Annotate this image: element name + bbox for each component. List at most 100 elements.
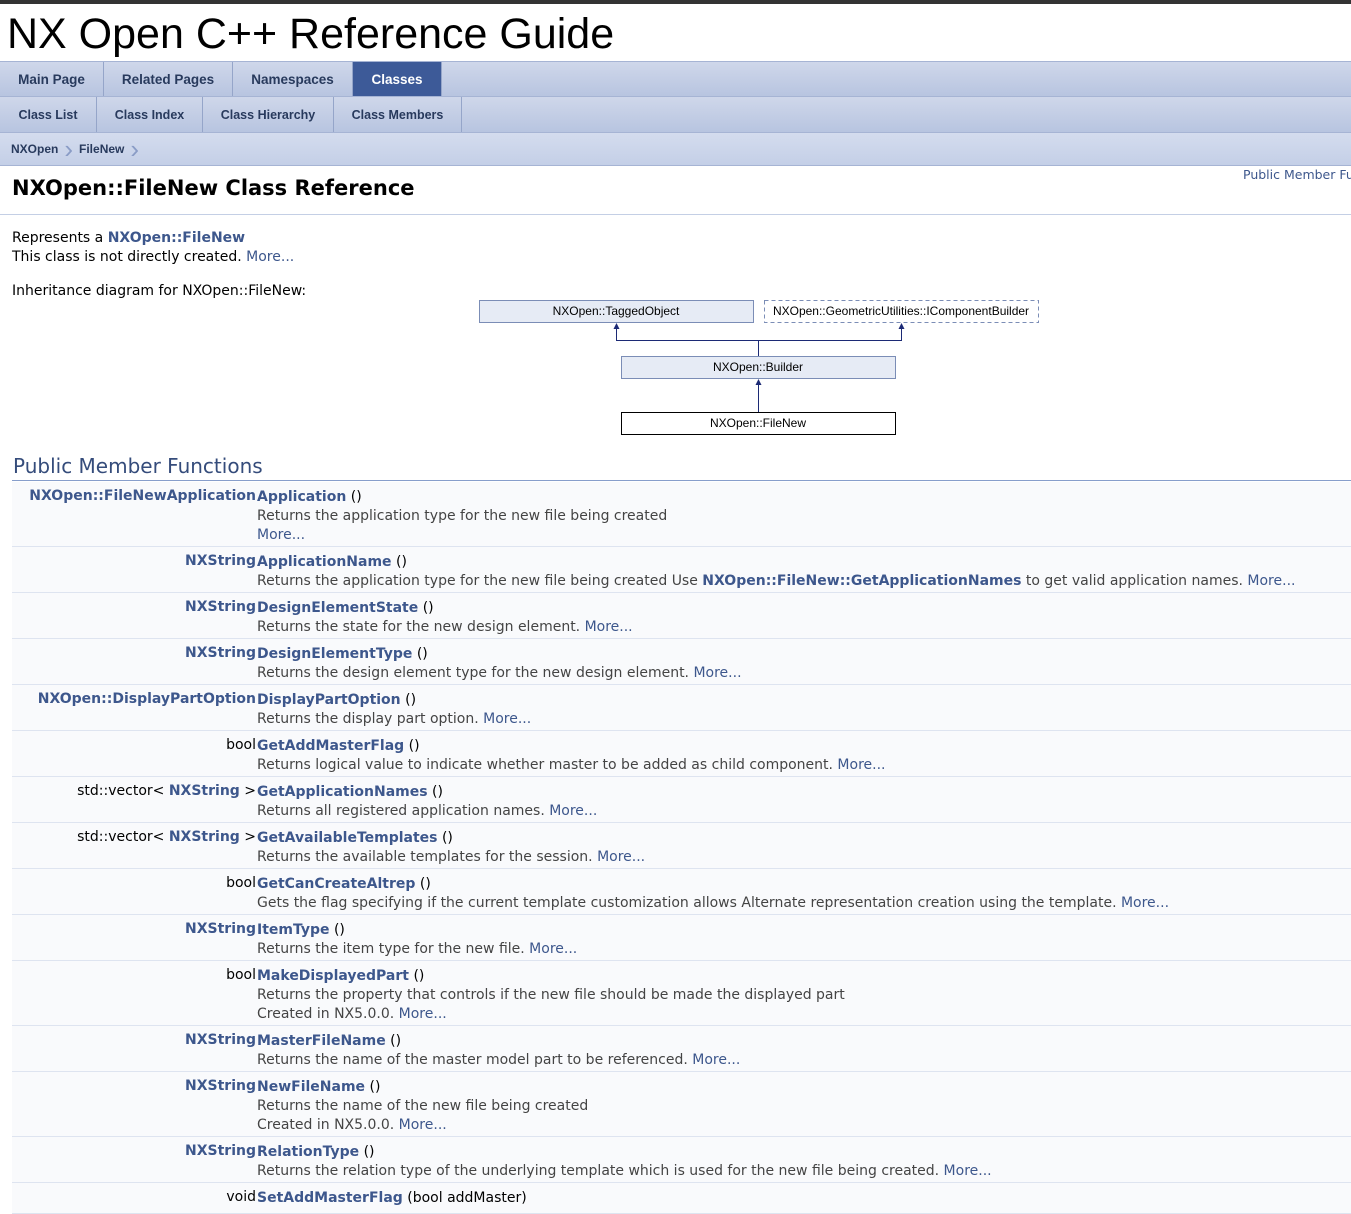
class-brief: Represents a NXOpen::FileNew — [12, 230, 245, 246]
member-description: Returns the display part option. More... — [257, 710, 531, 729]
more-link[interactable]: More... — [837, 757, 885, 773]
member-return-type: NXString — [185, 921, 256, 937]
type-link[interactable]: NXString — [185, 1078, 256, 1094]
description-text: to get valid application names. — [1021, 573, 1248, 589]
member-args: () — [413, 968, 425, 984]
member-return-type: std::vector< NXString > — [77, 829, 256, 845]
member-description: Returns the available templates for the … — [257, 848, 645, 867]
tab-main-page[interactable]: Main Page — [0, 62, 104, 97]
member-args: () — [396, 554, 407, 570]
more-link[interactable]: More... — [585, 619, 633, 635]
member-name-link[interactable]: ItemType — [257, 922, 330, 938]
member-name-link[interactable]: MasterFileName — [257, 1033, 386, 1049]
member-name-link[interactable]: Application — [257, 489, 346, 505]
type-text: std::vector< — [77, 783, 169, 799]
component-builder-node[interactable]: NXOpen::GeometricUtilities::IComponentBu… — [764, 300, 1039, 323]
member-signature: DisplayPartOption () — [257, 691, 531, 710]
member-name-link[interactable]: DesignElementState — [257, 600, 418, 616]
tab-namespaces[interactable]: Namespaces — [233, 62, 353, 97]
tab-classes[interactable]: Classes — [353, 62, 442, 97]
more-link[interactable]: More... — [483, 711, 531, 727]
type-link[interactable]: NXString — [185, 1032, 256, 1048]
member-body: SetAddMasterFlag (bool addMaster) — [257, 1189, 527, 1208]
breadcrumb-label: FileNew — [79, 142, 125, 156]
member-description: Returns the name of the new file being c… — [257, 1097, 588, 1116]
member-name-link[interactable]: ApplicationName — [257, 554, 392, 570]
member-return-type: NXOpen::FileNewApplication — [29, 488, 256, 504]
more-link[interactable]: More... — [246, 249, 294, 265]
type-link[interactable]: NXString — [185, 1143, 256, 1159]
builder-node[interactable]: NXOpen::Builder — [621, 356, 896, 379]
tab-class-hierarchy[interactable]: Class Hierarchy — [203, 97, 334, 133]
more-link[interactable]: More... — [944, 1163, 992, 1179]
description-text: Returns the application type for the new… — [257, 508, 668, 524]
class-note: This class is not directly created. More… — [12, 249, 294, 265]
member-description: Returns the application type for the new… — [257, 572, 1295, 591]
member-signature: Application () — [257, 488, 667, 507]
member-body: GetAvailableTemplates () Returns the avai… — [257, 829, 645, 867]
member-args: () — [419, 876, 431, 892]
type-link[interactable]: NXString — [169, 829, 240, 845]
filenew-link[interactable]: NXOpen::FileNew — [108, 230, 245, 246]
member-name-link[interactable]: GetApplicationNames — [257, 784, 428, 800]
member-name-link[interactable]: GetAddMasterFlag — [257, 738, 404, 754]
tab-related-pages[interactable]: Related Pages — [104, 62, 233, 97]
more-link[interactable]: More... — [1121, 895, 1169, 911]
member-args: () — [432, 784, 443, 800]
tab-class-list[interactable]: Class List — [0, 97, 97, 133]
table-row: void SetAddMasterFlag (bool addMaster) — [12, 1183, 1351, 1214]
more-link[interactable]: More... — [399, 1117, 447, 1133]
member-name-link[interactable]: GetAvailableTemplates — [257, 830, 438, 846]
type-link[interactable]: NXString — [185, 645, 256, 661]
section-title: Public Member Functions — [13, 454, 263, 478]
more-link[interactable]: More... — [399, 1006, 447, 1022]
more-link[interactable]: More... — [257, 527, 305, 543]
member-return-type: bool — [226, 875, 256, 891]
section-divider — [12, 480, 1351, 481]
member-body: GetAddMasterFlag () Returns logical value… — [257, 737, 885, 775]
sub-tabs: Class List Class Index Class Hierarchy C… — [0, 96, 1351, 133]
tab-class-index[interactable]: Class Index — [97, 97, 203, 133]
member-description: Returns the state for the new design ele… — [257, 618, 633, 637]
type-link[interactable]: NXOpen::FileNewApplication — [29, 488, 256, 504]
member-body: ItemType () Returns the item type for the… — [257, 921, 577, 959]
tab-class-members[interactable]: Class Members — [334, 97, 462, 133]
summary-link[interactable]: Public Member Fur — [1243, 167, 1351, 182]
member-body: Application () Returns the application ty… — [257, 488, 667, 545]
more-link[interactable]: More... — [692, 1052, 740, 1068]
member-name-link[interactable]: DisplayPartOption — [257, 692, 401, 708]
member-return-type: NXString — [185, 553, 256, 569]
table-row: bool MakeDisplayedPart () Returns the prop… — [12, 961, 1351, 1026]
type-link[interactable]: NXString — [185, 553, 256, 569]
tagged-object-node[interactable]: NXOpen::TaggedObject — [479, 300, 754, 323]
member-signature: GetCanCreateAltrep () — [257, 875, 1169, 894]
member-body: DesignElementState () Returns the state f… — [257, 599, 633, 637]
type-link[interactable]: NXString — [169, 783, 240, 799]
member-args: () — [408, 738, 420, 754]
more-link[interactable]: More... — [549, 803, 597, 819]
table-row: NXString DesignElementState () Returns the… — [12, 593, 1351, 639]
member-name-link[interactable]: GetCanCreateAltrep — [257, 876, 415, 892]
description-text: Returns the item type for the new file. — [257, 941, 530, 957]
member-name-link[interactable]: RelationType — [257, 1144, 359, 1160]
more-link[interactable]: More... — [529, 941, 577, 957]
breadcrumb-item-nxopen[interactable]: NXOpen › — [11, 136, 79, 162]
type-link[interactable]: NXString — [185, 599, 256, 615]
member-body: NewFileName () Returns the name of the ne… — [257, 1078, 588, 1135]
description-text: Returns all registered application names… — [257, 803, 550, 819]
top-border — [0, 0, 1351, 4]
type-link[interactable]: NXString — [185, 921, 256, 937]
type-text: void — [226, 1189, 256, 1205]
member-ref-link[interactable]: NXOpen::FileNew::GetApplicationNames — [702, 573, 1021, 589]
member-name-link[interactable]: SetAddMasterFlag — [257, 1190, 403, 1206]
more-link[interactable]: More... — [693, 665, 741, 681]
breadcrumb-item-filenew[interactable]: FileNew › — [79, 136, 145, 162]
member-name-link[interactable]: NewFileName — [257, 1079, 365, 1095]
more-link[interactable]: More... — [1247, 573, 1295, 589]
member-name-link[interactable]: MakeDisplayedPart — [257, 968, 409, 984]
type-link[interactable]: NXOpen::DisplayPartOption — [38, 691, 256, 707]
more-link[interactable]: More... — [597, 849, 645, 865]
member-args: () — [416, 646, 428, 662]
description-text: Returns the name of the new file being c… — [257, 1098, 589, 1114]
member-name-link[interactable]: DesignElementType — [257, 646, 412, 662]
